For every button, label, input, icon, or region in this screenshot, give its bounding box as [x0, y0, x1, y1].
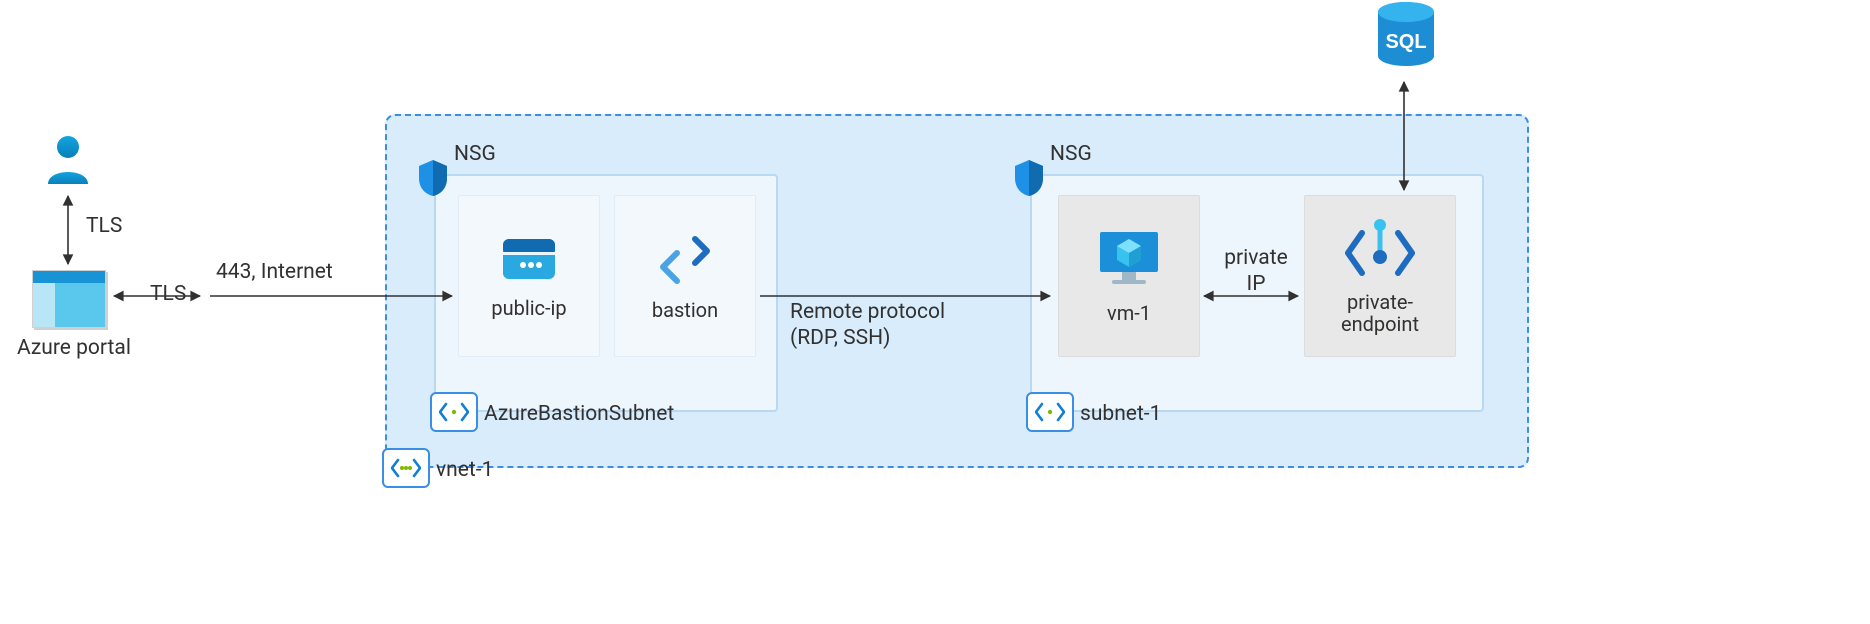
shield-icon: [416, 158, 450, 198]
bastion-node: bastion: [614, 195, 756, 357]
publicip-label: public-ip: [491, 297, 566, 319]
nsg-left-label: NSG: [454, 142, 496, 166]
nsg-right-label: NSG: [1050, 142, 1092, 166]
shield-icon: [1012, 158, 1046, 198]
bastion-icon: [653, 231, 717, 287]
privateip-label1: private: [1216, 246, 1296, 270]
publicip-node: public-ip: [458, 195, 600, 357]
user-icon: [44, 134, 92, 192]
pe-label-line2: endpoint: [1341, 312, 1419, 336]
subnet-icon: [1024, 392, 1072, 430]
vm-icon: [1094, 228, 1164, 290]
subnet-icon: [428, 392, 476, 430]
privateendpoint-node: private- endpoint: [1304, 195, 1456, 357]
vm-label: vm-1: [1107, 302, 1151, 324]
sql-text: SQL: [1385, 31, 1426, 53]
portal-icon: [32, 270, 106, 328]
subnet1-label: subnet-1: [1080, 402, 1161, 426]
pe-label: private- endpoint: [1341, 291, 1419, 335]
private-endpoint-icon: [1344, 217, 1416, 279]
sql-icon: SQL: [1370, 0, 1442, 82]
pe-label-line1: private-: [1347, 290, 1413, 314]
vm-node: vm-1: [1058, 195, 1200, 357]
diagram-stage: Azure portal vnet-1 AzureBastionSubnet: [0, 0, 1870, 624]
publicip-icon: [497, 233, 561, 285]
tls-horiz-label: TLS: [150, 282, 186, 306]
remote-protocol-label2: (RDP, SSH): [790, 326, 890, 350]
subnet-bastion-label: AzureBastionSubnet: [484, 402, 674, 426]
vnet-label: vnet-1: [436, 458, 493, 482]
bastion-label: bastion: [652, 299, 718, 321]
vnet-icon: [380, 448, 428, 486]
tls-vert-label: TLS: [86, 214, 122, 238]
privateip-label2: IP: [1216, 272, 1296, 296]
portal-label: Azure portal: [14, 336, 134, 360]
internet443-label: 443, Internet: [216, 260, 333, 284]
remote-protocol-label1: Remote protocol: [790, 300, 945, 324]
